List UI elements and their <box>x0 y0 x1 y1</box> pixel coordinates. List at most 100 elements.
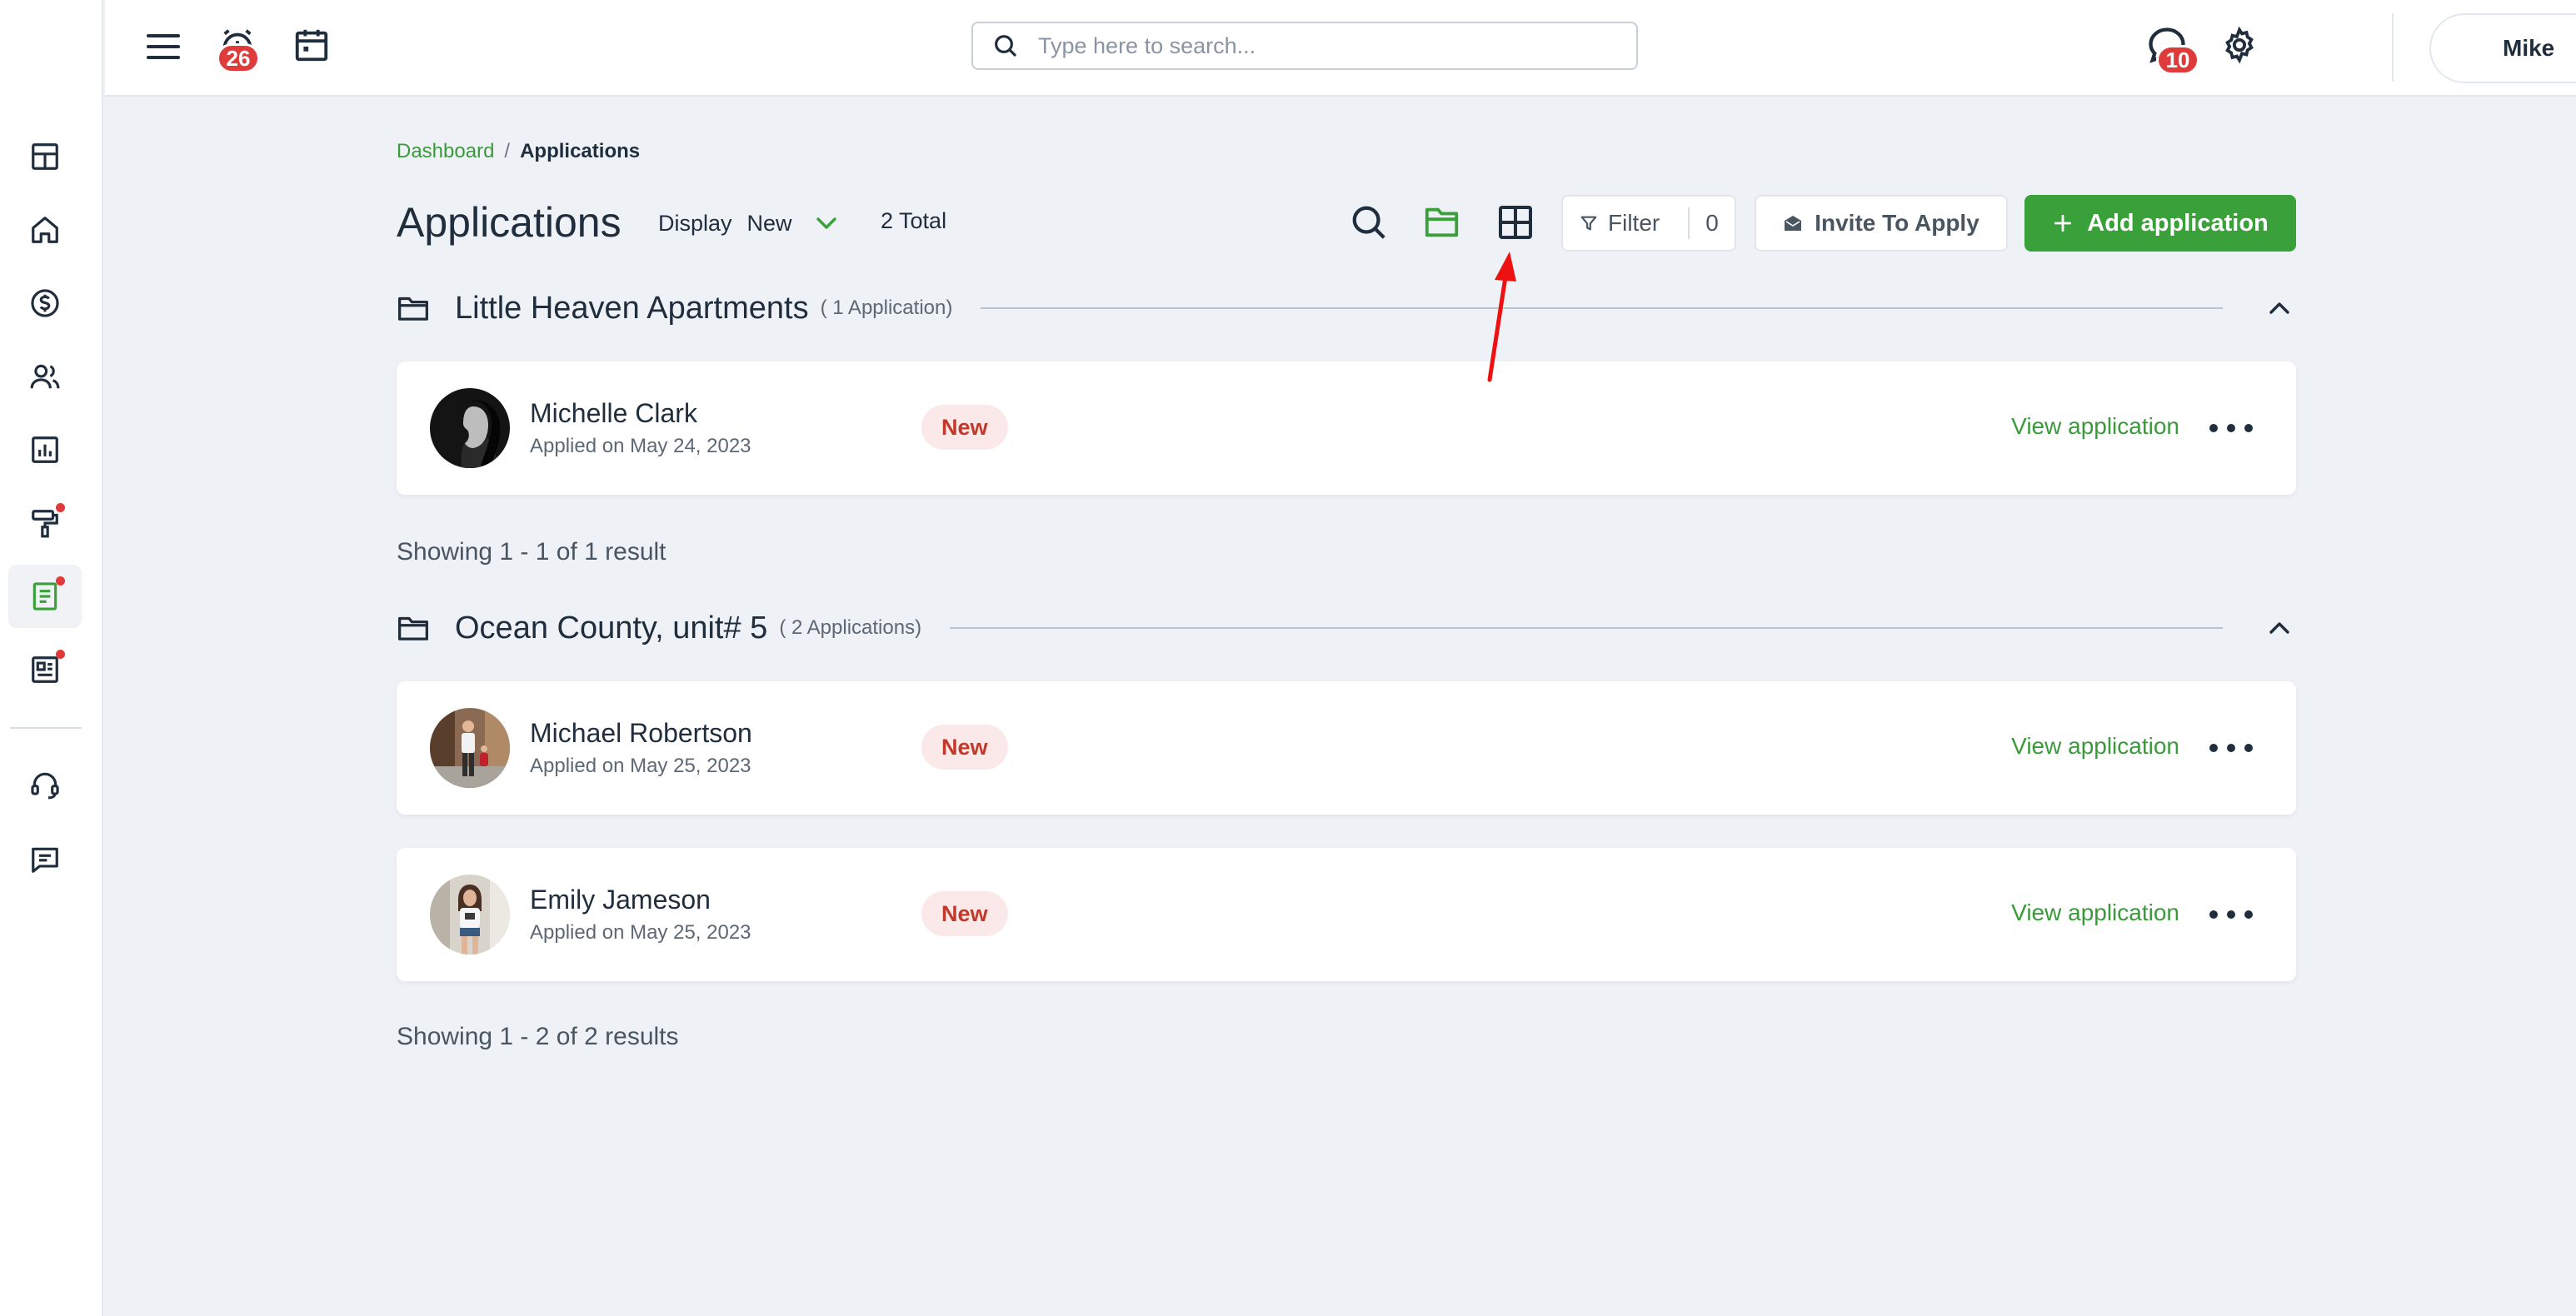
application-card: Michael Robertson Applied on May 25, 202… <box>397 681 2296 815</box>
sidebar-item-home[interactable] <box>8 198 82 262</box>
filter-label: Filter <box>1608 210 1660 236</box>
total-count: 2 Total <box>881 208 947 233</box>
group-divider <box>950 627 2223 629</box>
avatar <box>430 875 510 955</box>
view-application-link[interactable]: View application <box>2011 733 2179 760</box>
applicant-name[interactable]: Michael Robertson <box>530 718 752 749</box>
group-count: ( 2 Applications) <box>779 616 922 639</box>
breadcrumb-separator: / <box>504 140 511 162</box>
display-filter: Display New <box>658 208 839 238</box>
folder-icon <box>398 297 428 321</box>
applicant-name[interactable]: Emily Jameson <box>530 885 711 915</box>
applied-date: Applied on May 24, 2023 <box>530 435 751 457</box>
group-header: Little Heaven Apartments ( 1 Application… <box>397 283 2296 333</box>
user-menu[interactable]: Mike <box>2429 13 2576 83</box>
sidebar-item-dashboard[interactable] <box>8 125 82 188</box>
reminders-button[interactable]: 26 <box>213 22 262 73</box>
gear-icon <box>2225 26 2254 64</box>
add-application-label: Add application <box>2087 209 2269 237</box>
notification-dot <box>56 576 65 586</box>
users-icon <box>30 364 60 389</box>
search-bar <box>971 22 1638 70</box>
group-count: ( 1 Application) <box>820 297 953 319</box>
status-badge: New <box>921 405 1008 450</box>
filter-count: 0 <box>1705 210 1719 236</box>
more-options-button[interactable] <box>2209 736 2253 760</box>
sidebar-item-messages[interactable] <box>8 828 82 891</box>
group-title: Little Heaven Apartments <box>455 290 809 326</box>
messages-button[interactable]: 10 <box>2141 20 2199 75</box>
document-icon <box>32 582 57 611</box>
sidebar-item-reports[interactable] <box>8 418 82 481</box>
top-bar: 26 10 Mike <box>105 0 2576 97</box>
grid-icon <box>1499 206 1532 239</box>
headset-icon <box>31 772 59 800</box>
folder-icon <box>398 616 428 641</box>
newspaper-icon <box>32 656 58 683</box>
group-title: Ocean County, unit# 5 <box>455 610 768 646</box>
group-collapse-button[interactable] <box>2263 300 2296 317</box>
group-collapse-button[interactable] <box>2263 620 2296 636</box>
plus-icon <box>2054 214 2072 232</box>
topbar-divider <box>2392 13 2394 82</box>
page-title: Applications <box>397 199 622 246</box>
breadcrumb-dashboard-link[interactable]: Dashboard <box>397 140 494 163</box>
applied-date: Applied on May 25, 2023 <box>530 755 751 777</box>
chat-icon <box>32 847 58 873</box>
search-toggle-button[interactable] <box>1346 200 1391 245</box>
group-header: Ocean County, unit# 5 ( 2 Applications) <box>397 603 2296 653</box>
breadcrumb: Dashboard / Applications <box>397 140 640 163</box>
display-label: Display <box>658 210 732 236</box>
sidebar-item-applications[interactable] <box>8 565 82 628</box>
filter-button[interactable]: Filter <box>1563 197 1688 250</box>
search-icon <box>973 32 1038 59</box>
search-input[interactable] <box>1038 32 1636 59</box>
invite-to-apply-button[interactable]: Invite To Apply <box>1755 195 2008 252</box>
menu-button[interactable] <box>138 23 188 70</box>
more-icon <box>2209 910 2218 919</box>
sidebar-item-payments[interactable] <box>8 272 82 335</box>
more-options-button[interactable] <box>2209 416 2253 440</box>
bar-chart-icon <box>32 436 58 463</box>
grid-view-button[interactable] <box>1493 200 1538 245</box>
folder-view-button[interactable] <box>1420 200 1465 245</box>
application-card: Emily Jameson Applied on May 25, 2023 Ne… <box>397 848 2296 981</box>
more-icon <box>2209 424 2218 432</box>
group-divider <box>981 307 2223 309</box>
funnel-icon <box>1580 216 1597 231</box>
sidebar-divider <box>10 727 82 729</box>
result-summary: Showing 1 - 2 of 2 results <box>397 1023 679 1050</box>
notification-dot <box>56 503 65 512</box>
sidebar-item-listings[interactable] <box>8 638 82 701</box>
hamburger-icon <box>147 34 180 59</box>
view-application-link[interactable]: View application <box>2011 900 2179 926</box>
user-name: Mike <box>2503 35 2555 61</box>
add-application-button[interactable]: Add application <box>2024 195 2296 252</box>
settings-button[interactable] <box>2216 22 2263 68</box>
more-options-button[interactable] <box>2209 903 2253 926</box>
home-icon <box>32 217 58 243</box>
invite-label: Invite To Apply <box>1815 210 1979 236</box>
view-application-link[interactable]: View application <box>2011 413 2179 440</box>
grid-icon <box>32 143 58 170</box>
applicant-name[interactable]: Michelle Clark <box>530 398 697 429</box>
sidebar-item-maintenance[interactable] <box>8 491 82 555</box>
sidebar-item-people[interactable] <box>8 345 82 408</box>
sidebar <box>0 0 103 1316</box>
sidebar-item-support[interactable] <box>8 753 82 816</box>
annotation-arrow <box>1487 252 1516 382</box>
applied-date: Applied on May 25, 2023 <box>530 921 751 944</box>
search-icon <box>1352 206 1385 239</box>
application-card: Michelle Clark Applied on May 24, 2023 N… <box>397 361 2296 495</box>
filter-control: Filter 0 <box>1561 195 1736 252</box>
reminders-badge: 26 <box>217 43 260 73</box>
chevron-up-icon <box>2269 302 2289 314</box>
messages-badge: 10 <box>2156 45 2199 75</box>
display-dropdown-toggle[interactable] <box>814 215 839 232</box>
folder-open-icon <box>1425 207 1459 237</box>
avatar <box>430 388 510 468</box>
paint-roller-icon <box>32 510 58 538</box>
display-select[interactable]: New <box>747 211 792 237</box>
calendar-button[interactable] <box>288 22 335 68</box>
chevron-up-icon <box>2269 622 2289 634</box>
